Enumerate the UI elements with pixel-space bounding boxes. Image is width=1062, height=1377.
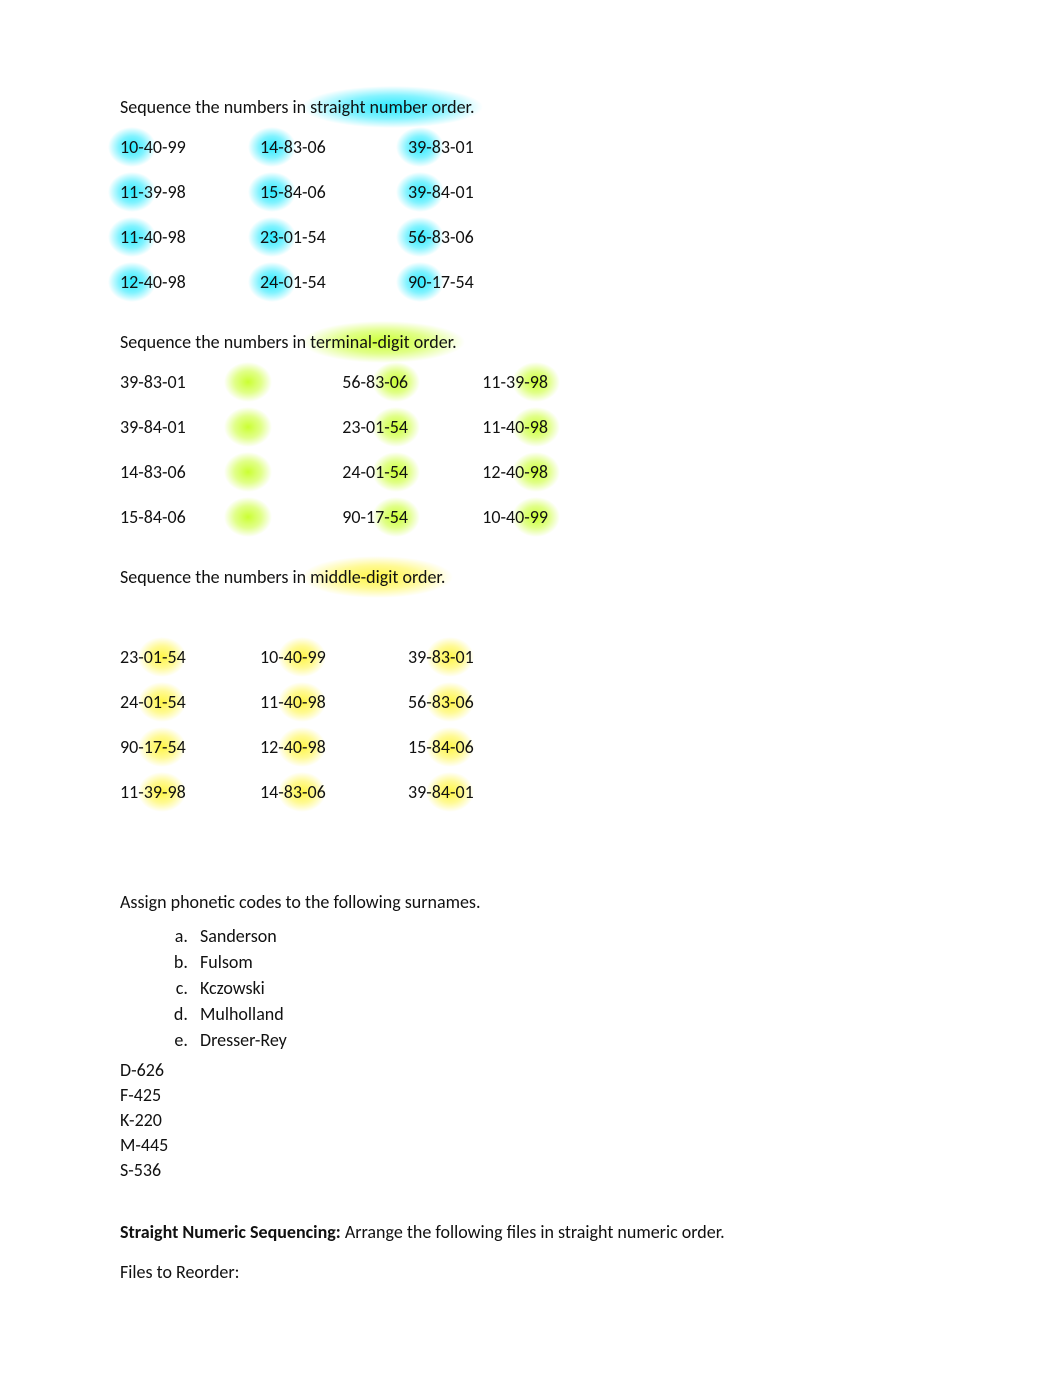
s2-cell: 14-83-06 (120, 459, 260, 485)
list-item: Fulsom (192, 949, 962, 975)
s1-cell: 11-39-98 (120, 179, 260, 205)
s2-cell: 56-83-06 (342, 369, 408, 395)
s2-cell: 11-40-98 (482, 414, 548, 440)
section3-title-highlight: middle-digit order. (310, 566, 445, 588)
straight-numeric-bold: Straight Numeric Sequencing: (120, 1221, 345, 1243)
highlight-glow (224, 497, 272, 537)
list-item: Dresser-Rey (192, 1027, 962, 1053)
s1-cell: 23-01-54 (260, 224, 408, 250)
section3-title: Sequence the numbers in middle-digit ord… (120, 566, 962, 588)
section1-title: Sequence the numbers in straight number … (120, 96, 962, 118)
section2-title-highlight: terminal-digit order. (310, 331, 457, 353)
code-line: F-425 (120, 1084, 962, 1106)
s2-cell: 24-01-54 (342, 459, 408, 485)
code-line: D-626 (120, 1059, 962, 1081)
files-to-reorder-line: Files to Reorder: (120, 1261, 962, 1283)
s3-cell: 14-83-06 (260, 779, 408, 805)
highlight-glow (224, 407, 272, 447)
s3-cell: 15-84-06 (408, 734, 548, 760)
surname-list: Sanderson Fulsom Kczowski Mulholland Dre… (120, 923, 962, 1053)
code-line: S-536 (120, 1159, 962, 1181)
s1-cell: 39-83-01 (408, 134, 548, 160)
s3-cell: 11-39-98 (120, 779, 260, 805)
section2-title-prefix: Sequence the numbers in (120, 331, 310, 353)
highlight-glow (224, 362, 272, 402)
phonetic-title: Assign phonetic codes to the following s… (120, 891, 962, 913)
s1-cell: 39-84-01 (408, 179, 548, 205)
highlight-glow (224, 452, 272, 492)
s2-cell: 11-39-98 (482, 369, 548, 395)
section1-title-highlight: straight number order. (310, 96, 474, 118)
s1-cell: 12-40-98 (120, 269, 260, 295)
section2-grid: 39-83-01 56-83-06 11-39-98 39-84-01 23-0… (120, 369, 962, 530)
s3-cell: 39-84-01 (408, 779, 548, 805)
spacer (120, 841, 962, 887)
s3-cell: 10-40-99 (260, 644, 408, 670)
straight-numeric-title: Straight Numeric Sequencing: Arrange the… (120, 1221, 962, 1243)
list-item: Sanderson (192, 923, 962, 949)
phonetic-codes: D-626 F-425 K-220 M-445 S-536 (120, 1059, 962, 1181)
code-line: K-220 (120, 1109, 962, 1131)
s3-cell: 12-40-98 (260, 734, 408, 760)
spacer (120, 598, 962, 628)
s3-cell: 39-83-01 (408, 644, 548, 670)
section3-grid: 23-01-54 10-40-99 39-83-01 24-01-54 11-4… (120, 644, 962, 805)
s2-cell: 10-40-99 (482, 504, 548, 530)
s3-cell: 23-01-54 (120, 644, 260, 670)
list-item: Mulholland (192, 1001, 962, 1027)
s2-cell: 39-83-01 (120, 369, 260, 395)
s3-cell: 11-40-98 (260, 689, 408, 715)
straight-numeric-rest: Arrange the following files in straight … (345, 1221, 725, 1243)
s2-cell: 15-84-06 (120, 504, 260, 530)
s1-cell: 14-83-06 (260, 134, 408, 160)
list-item: Kczowski (192, 975, 962, 1001)
s1-cell: 15-84-06 (260, 179, 408, 205)
section1-grid: 10-40-99 14-83-06 39-83-01 11-39-98 15-8… (120, 134, 962, 295)
s1-cell: 90-17-54 (408, 269, 548, 295)
code-line: M-445 (120, 1134, 962, 1156)
section2-title: Sequence the numbers in terminal-digit o… (120, 331, 962, 353)
section1-title-prefix: Sequence the numbers in (120, 96, 310, 118)
s2-cell: 23-01-54 (342, 414, 408, 440)
document-page: Sequence the numbers in straight number … (0, 0, 1062, 1361)
s2-cell: 12-40-98 (482, 459, 548, 485)
s1-cell: 56-83-06 (408, 224, 548, 250)
s3-cell: 24-01-54 (120, 689, 260, 715)
s2-cell: 90-17-54 (342, 504, 408, 530)
s1-cell: 11-40-98 (120, 224, 260, 250)
s3-cell: 56-83-06 (408, 689, 548, 715)
s2-cell: 39-84-01 (120, 414, 260, 440)
section3-title-prefix: Sequence the numbers in (120, 566, 310, 588)
s3-cell: 90-17-54 (120, 734, 260, 760)
s1-cell: 10-40-99 (120, 134, 260, 160)
s1-cell: 24-01-54 (260, 269, 408, 295)
